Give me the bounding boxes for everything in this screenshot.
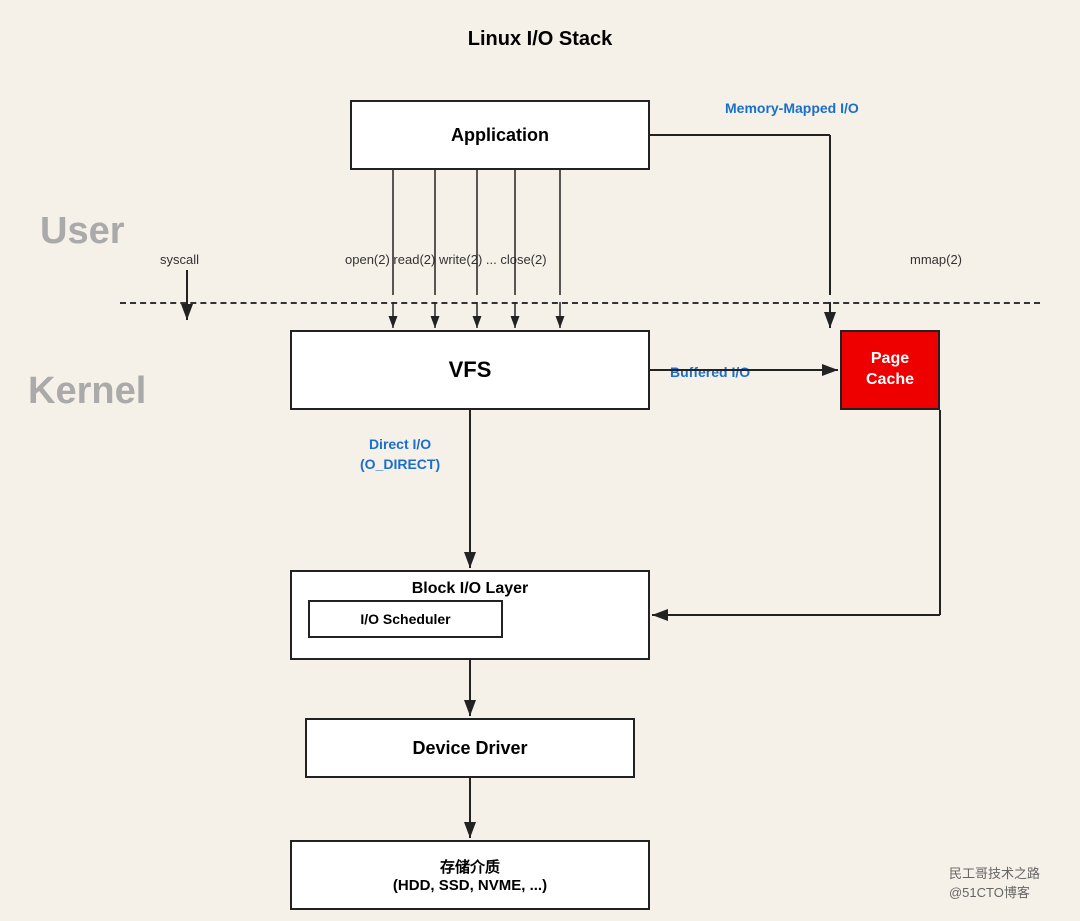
application-box: Application	[350, 100, 650, 170]
label-direct-io: Direct I/O (O_DIRECT)	[360, 435, 440, 474]
label-user: User	[40, 210, 125, 253]
label-syscalls-row: open(2) read(2) write(2) ... close(2)	[345, 252, 547, 267]
vfs-box: VFS	[290, 330, 650, 410]
label-memory-mapped-io: Memory-Mapped I/O	[725, 100, 859, 116]
device-driver-box: Device Driver	[305, 718, 635, 778]
label-buffered-io: Buffered I/O	[670, 364, 750, 380]
page-cache-box: Page Cache	[840, 330, 940, 410]
watermark: 民工哥技术之路 @51CTO博客	[949, 863, 1040, 901]
label-mmap: mmap(2)	[910, 252, 962, 267]
storage-box: 存储介质 (HDD, SSD, NVME, ...)	[290, 840, 650, 910]
user-kernel-divider	[120, 302, 1040, 304]
label-kernel: Kernel	[28, 370, 146, 413]
diagram-container: Linux I/O Stack User Kernel Application …	[0, 0, 1080, 921]
diagram-title: Linux I/O Stack	[468, 28, 612, 51]
label-syscall: syscall	[160, 252, 199, 267]
io-scheduler-box: I/O Scheduler	[308, 600, 503, 638]
